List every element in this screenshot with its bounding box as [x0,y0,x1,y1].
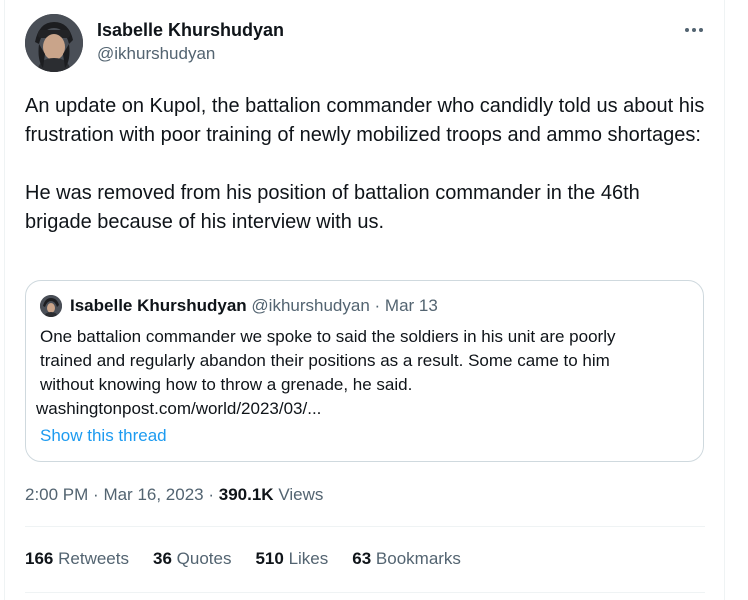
tweet-time[interactable]: 2:00 PM [25,485,88,504]
views-count: 390.1K [218,485,274,504]
quotes-stat[interactable]: 36 Quotes [153,549,231,569]
quoted-author-avatar [40,295,62,317]
retweets-label: Retweets [58,549,129,568]
divider [25,526,705,527]
likes-stat[interactable]: 510 Likes [255,549,328,569]
author-handle[interactable]: @ikhurshudyan [97,44,215,64]
tweet-date[interactable]: Mar 16, 2023 [103,485,203,504]
timeline-border-left [4,0,5,600]
likes-label: Likes [288,549,329,568]
quoted-link[interactable]: washingtonpost.com/world/2023/03/... [36,397,690,421]
quoted-tweet-header: Isabelle Khurshudyan @ikhurshudyan · Mar… [70,296,438,316]
quoted-tweet-text: One battalion commander we spoke to said… [36,325,690,421]
more-options-button[interactable] [680,16,708,44]
quoted-author-name: Isabelle Khurshudyan [70,296,247,315]
show-thread-link[interactable]: Show this thread [40,426,167,446]
bookmarks-stat[interactable]: 63 Bookmarks [352,549,461,569]
likes-count: 510 [255,549,284,568]
author-name[interactable]: Isabelle Khurshudyan [97,20,284,41]
bookmarks-label: Bookmarks [375,549,461,568]
quoted-separator: · [369,296,385,315]
divider [25,592,705,593]
meta-separator: · [93,485,104,504]
views-label: Views [278,485,324,504]
quoted-text-line: without knowing how to throw a grenade, … [40,375,413,394]
quotes-count: 36 [152,549,172,568]
quoted-tweet-card[interactable]: Isabelle Khurshudyan @ikhurshudyan · Mar… [25,280,704,462]
avatar-photo-icon [40,295,62,317]
author-avatar[interactable] [25,14,83,72]
avatar-photo-icon [25,14,83,72]
tweet-text: An update on Kupol, the battalion comman… [25,95,705,233]
meta-separator: · [208,485,219,504]
more-horizontal-icon [685,28,703,32]
retweets-stat[interactable]: 166 Retweets [25,549,129,569]
quoted-date: Mar 13 [384,296,438,315]
engagement-stats: 166 Retweets 36 Quotes 510 Likes 63 Book… [25,549,461,569]
quoted-author-handle: @ikhurshudyan [251,296,370,315]
quoted-text-line: One battalion commander we spoke to said… [40,327,616,346]
timeline-border-right [724,0,725,600]
bookmarks-count: 63 [352,549,372,568]
quotes-label: Quotes [176,549,232,568]
retweets-count: 166 [25,549,54,568]
quoted-text-line: trained and regularly abandon their posi… [40,351,610,370]
tweet-timestamp: 2:00 PM · Mar 16, 2023 · 390.1K Views [25,485,323,505]
